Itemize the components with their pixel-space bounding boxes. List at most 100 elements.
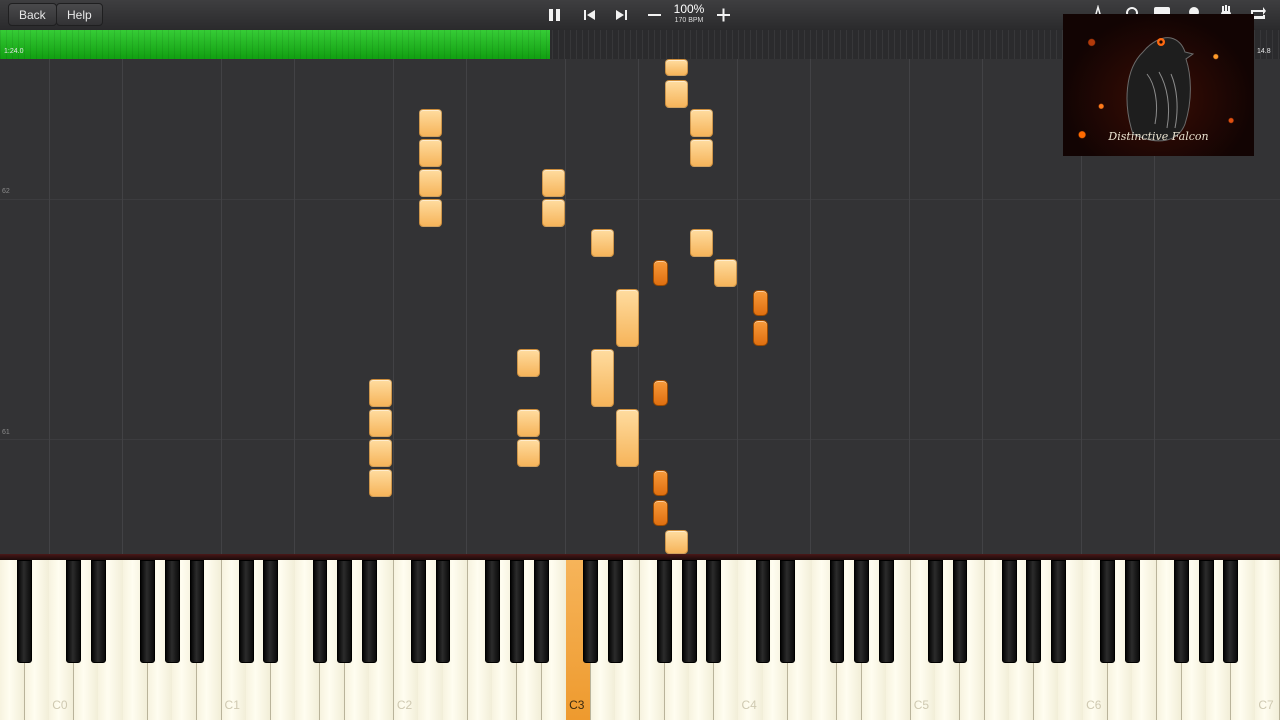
falling-note (615, 409, 639, 467)
piano-black-key[interactable] (140, 560, 156, 663)
octave-label: C2 (396, 698, 413, 712)
falling-note (689, 139, 713, 167)
piano-black-key[interactable] (361, 560, 377, 663)
falling-note (418, 139, 442, 167)
piano-black-key[interactable] (17, 560, 32, 663)
falling-note (368, 379, 392, 407)
piano-black-key[interactable] (1026, 560, 1042, 663)
piano-black-key[interactable] (263, 560, 279, 663)
key-grid-line (737, 59, 738, 554)
piano-black-key[interactable] (189, 560, 205, 663)
piano-black-key[interactable] (484, 560, 500, 663)
octave-label: C3 (569, 698, 585, 712)
piano-black-key[interactable] (1174, 560, 1189, 663)
piano-black-key[interactable] (952, 560, 968, 663)
back-button[interactable]: Back (8, 3, 57, 26)
minus-icon[interactable] (645, 6, 665, 24)
octave-label: C6 (1086, 698, 1102, 712)
falling-note (418, 169, 442, 197)
piano-black-key[interactable] (1051, 560, 1066, 663)
piano-black-key[interactable] (1124, 560, 1140, 663)
key-grid-line (393, 59, 394, 554)
piano-black-key[interactable] (657, 560, 672, 663)
octave-label: C0 (52, 698, 68, 712)
falling-note (368, 439, 392, 467)
falling-note (590, 229, 614, 257)
piano-black-key[interactable] (66, 560, 82, 663)
octave-label: C4 (741, 698, 757, 712)
piano-black-key[interactable] (1223, 560, 1239, 663)
piano-black-key[interactable] (164, 560, 180, 663)
falling-note (368, 469, 392, 497)
piano-keyboard[interactable]: C0 C1 C2 C3 C4 C5 C6 C7 (0, 560, 1280, 720)
falling-note (664, 530, 688, 554)
tempo-bpm: 170 BPM (674, 17, 704, 24)
measure-line (0, 439, 1280, 440)
plus-icon[interactable] (714, 6, 734, 24)
piano-white-key[interactable] (1255, 560, 1280, 720)
piano-black-key[interactable] (829, 560, 845, 663)
falling-note (752, 290, 768, 316)
piano-black-key[interactable] (928, 560, 943, 663)
previous-icon[interactable] (580, 6, 600, 24)
octave-label: C5 (913, 698, 930, 712)
piano-black-key[interactable] (755, 560, 771, 663)
key-grid-line (565, 59, 566, 554)
octave-label: C1 (224, 698, 240, 712)
key-grid-line (982, 59, 983, 554)
piano-black-key[interactable] (435, 560, 451, 663)
elapsed-time: 1:24.0 (4, 48, 24, 55)
falling-note (652, 500, 668, 526)
measure-line (0, 199, 1280, 200)
piano-black-key[interactable] (706, 560, 722, 663)
next-icon[interactable] (611, 6, 631, 24)
piano-black-key[interactable] (681, 560, 697, 663)
thumbnail-caption: Distinctive Falcon (1108, 130, 1209, 143)
key-grid-line (466, 59, 467, 554)
channel-thumbnail: Distinctive Falcon (1063, 14, 1254, 156)
piano-black-key[interactable] (534, 560, 549, 663)
piano-black-key[interactable] (780, 560, 796, 663)
measure-number: 62 (2, 188, 10, 195)
falling-note (752, 320, 768, 346)
piano-black-key[interactable] (312, 560, 328, 663)
falling-note (689, 229, 713, 257)
key-grid-line (221, 59, 222, 554)
falling-note (590, 349, 614, 407)
falling-note (664, 80, 688, 108)
falling-note (615, 289, 639, 347)
measure-number: 61 (2, 429, 10, 436)
piano-black-key[interactable] (509, 560, 525, 663)
falling-note (652, 260, 668, 286)
octave-label: C7 (1258, 698, 1274, 712)
piano-black-key[interactable] (1100, 560, 1116, 663)
piano-black-key[interactable] (583, 560, 599, 663)
pause-icon[interactable] (545, 6, 565, 24)
key-grid-line (810, 59, 811, 554)
piano-black-key[interactable] (411, 560, 426, 663)
synthesia-window: Back Help 100% 170 BPM 1:24.0 14.8 62 61… (0, 0, 1280, 720)
falling-note (368, 409, 392, 437)
falling-note (713, 259, 737, 287)
piano-black-key[interactable] (878, 560, 894, 663)
progress-fill (0, 30, 551, 59)
falling-note (664, 59, 688, 76)
falling-note (418, 109, 442, 137)
help-button[interactable]: Help (56, 3, 103, 26)
piano-black-key[interactable] (1001, 560, 1017, 663)
piano-black-key[interactable] (337, 560, 352, 663)
piano-black-key[interactable] (238, 560, 254, 663)
falling-note (689, 109, 713, 137)
falling-note (652, 380, 668, 406)
falling-note (652, 470, 668, 496)
piano-black-key[interactable] (608, 560, 623, 663)
falling-note (516, 349, 540, 377)
key-grid-line (49, 59, 50, 554)
piano-black-key[interactable] (91, 560, 106, 663)
falling-note (418, 199, 442, 227)
key-grid-line (294, 59, 295, 554)
piano-black-key[interactable] (854, 560, 869, 663)
piano-black-key[interactable] (1198, 560, 1214, 663)
speed-percent: 100% (673, 2, 705, 16)
remaining-time: 14.8 (1257, 48, 1271, 55)
